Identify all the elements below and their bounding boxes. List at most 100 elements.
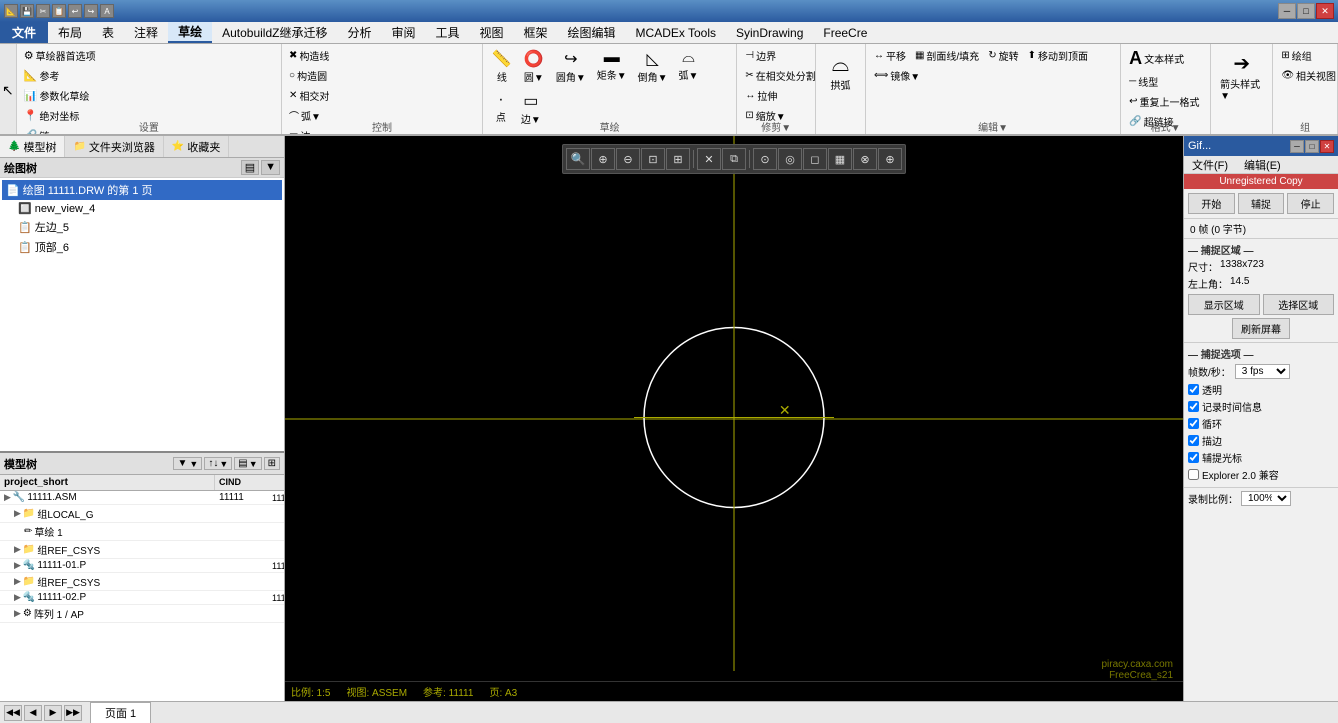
- minimize-button[interactable]: ─: [1278, 3, 1296, 19]
- menu-item-tools[interactable]: 工具: [425, 22, 469, 43]
- panel-max-btn[interactable]: □: [1305, 140, 1319, 153]
- menu-item-review[interactable]: 审阅: [381, 22, 425, 43]
- tree-row-ref2[interactable]: ▶📁组REF_CSYS: [0, 573, 284, 591]
- model-tree-filter-btn[interactable]: ▼▼: [173, 457, 202, 470]
- menu-item-mcadex[interactable]: MCADEx Tools: [626, 22, 726, 43]
- stretch-btn[interactable]: ↔拉伸: [741, 86, 811, 105]
- related-view-btn[interactable]: 👁相关视图: [1277, 66, 1333, 85]
- param-sketch-btn[interactable]: 📊参数化草绘: [21, 86, 277, 105]
- line-btn[interactable]: 📏 线: [487, 46, 517, 87]
- pan-btn[interactable]: ✕: [697, 148, 721, 170]
- transparent-checkbox[interactable]: [1188, 384, 1199, 395]
- snap-btn3[interactable]: ◻: [803, 148, 827, 170]
- cursor-checkbox[interactable]: [1188, 452, 1199, 463]
- menu-item-layout[interactable]: 布局: [48, 22, 92, 43]
- move-top-btn[interactable]: ⬆移动到顶面: [1024, 46, 1092, 65]
- start-btn[interactable]: 开始: [1188, 193, 1235, 214]
- line-type-btn[interactable]: ─线型: [1125, 72, 1206, 91]
- stop-btn[interactable]: 停止: [1287, 193, 1334, 214]
- arc2-btn[interactable]: ⌓ 弧▼: [674, 46, 704, 87]
- page-first-btn[interactable]: ◀◀: [4, 705, 22, 721]
- tree-row-ref1[interactable]: ▶📁组REF_CSYS: [0, 541, 284, 559]
- boundary-btn[interactable]: ⊣边界: [741, 46, 811, 65]
- intersect-btn[interactable]: ✕相交对: [286, 86, 478, 105]
- snap-btn4[interactable]: ▦: [828, 148, 852, 170]
- model-tree-sort-btn[interactable]: ↑↓▼: [204, 457, 232, 470]
- menu-item-drawing-edit[interactable]: 绘图编辑: [558, 22, 626, 43]
- model-tree-expand-btn[interactable]: ▤▼: [234, 457, 261, 470]
- menu-item-file[interactable]: 文件: [0, 22, 48, 43]
- arrow-style-btn[interactable]: ➔ 箭头样式▼: [1215, 46, 1268, 107]
- construct-circle-btn[interactable]: ○构造圆: [286, 66, 478, 85]
- repeat-format-btn[interactable]: ↩重复上一格式: [1125, 92, 1206, 111]
- panel-close-btn[interactable]: ✕: [1320, 140, 1334, 153]
- tree-item-left[interactable]: 📋 左边_5: [2, 217, 282, 237]
- tab-favorites[interactable]: ⭐ 收藏夹: [164, 136, 229, 157]
- window-btn[interactable]: ⧉: [722, 148, 746, 170]
- select-region-btn[interactable]: 选择区域: [1263, 294, 1335, 315]
- menu-item-syindrawing[interactable]: SyinDrawing: [726, 22, 813, 43]
- tree-item-new-view[interactable]: 🔲 new_view_4: [2, 200, 282, 217]
- snap-btn6[interactable]: ⊕: [878, 148, 902, 170]
- tree-row-part1[interactable]: ▶🔩11111-01.P 111: [0, 559, 284, 573]
- record-select[interactable]: 50% 75% 100% 150% 200%: [1241, 491, 1291, 506]
- model-tree-grid-btn[interactable]: ⊞: [264, 457, 280, 470]
- menu-item-sketch[interactable]: 草绘: [168, 22, 212, 43]
- mirror-btn[interactable]: ⟺镜像▼: [870, 66, 924, 85]
- chamfer-btn[interactable]: ◺ 倒角▼: [633, 46, 673, 87]
- tree-row-asm[interactable]: ▶🔧11111.ASM 11111 111: [0, 491, 284, 505]
- explorer-checkbox[interactable]: [1188, 469, 1199, 480]
- panel-menu-edit[interactable]: 编辑(E): [1236, 156, 1289, 173]
- snap-btn2[interactable]: ◎: [778, 148, 802, 170]
- tree-options-btn[interactable]: ▤: [241, 160, 259, 175]
- page-prev-btn[interactable]: ◀: [24, 705, 42, 721]
- zoom-rect-btn[interactable]: ⊡: [641, 148, 665, 170]
- menu-item-annotation[interactable]: 注释: [124, 22, 168, 43]
- reference-btn[interactable]: 📐参考: [21, 66, 277, 85]
- zoom-in-btn[interactable]: 🔍: [566, 148, 590, 170]
- tree-row-part2[interactable]: ▶🔩11111-02.P 111: [0, 591, 284, 605]
- sketch-prefs-btn[interactable]: ⚙草绘器首选项: [21, 46, 277, 65]
- fps-select[interactable]: 1 fps 2 fps 3 fps 5 fps 10 fps: [1235, 364, 1290, 379]
- draw-group-btn[interactable]: ⊞绘组: [1277, 46, 1333, 65]
- fillet-btn[interactable]: ↪ 圆角▼: [551, 46, 591, 87]
- menu-item-analysis[interactable]: 分析: [337, 22, 381, 43]
- construct-line-btn[interactable]: ✖构造线: [286, 46, 478, 65]
- rotate-btn[interactable]: ↻旋转: [984, 46, 1022, 65]
- zoom-in2-btn[interactable]: ⊕: [591, 148, 615, 170]
- timestamp-checkbox[interactable]: [1188, 401, 1199, 412]
- tab-model-tree[interactable]: 🌲 模型树: [0, 136, 65, 157]
- menu-item-view[interactable]: 视图: [470, 22, 514, 43]
- menu-item-autobuildz[interactable]: AutobuildZ继承迁移: [212, 22, 337, 43]
- hatch-btn[interactable]: ▦剖面线/填充: [911, 46, 983, 65]
- circle-btn[interactable]: ⭕ 圆▼: [518, 46, 550, 87]
- tree-item-top[interactable]: 📋 顶部_6: [2, 237, 282, 257]
- menu-item-frame[interactable]: 框架: [514, 22, 558, 43]
- tab-file-browser[interactable]: 📁 文件夹浏览器: [65, 136, 163, 157]
- dithering-checkbox[interactable]: [1188, 435, 1199, 446]
- zoom-fit-btn[interactable]: ⊞: [666, 148, 690, 170]
- zoom-out-btn[interactable]: ⊖: [616, 148, 640, 170]
- tree-item-drawing[interactable]: 📄 绘图 11111.DRW 的第 1 页: [2, 180, 282, 200]
- rect-btn[interactable]: ▬ 矩条▼: [592, 46, 632, 87]
- bow-btn[interactable]: ⌓ 拱弧: [820, 46, 861, 97]
- select-tool[interactable]: ↖: [2, 82, 14, 99]
- text-style-btn[interactable]: A文本样式: [1125, 46, 1206, 71]
- tree-row-sketch1[interactable]: ✏草绘 1: [0, 523, 284, 541]
- show-region-btn[interactable]: 显示区域: [1188, 294, 1260, 315]
- tree-view-btn[interactable]: ▼: [261, 160, 280, 175]
- panel-min-btn[interactable]: ─: [1290, 140, 1304, 153]
- page-next-btn[interactable]: ▶: [44, 705, 62, 721]
- maximize-button[interactable]: □: [1297, 3, 1315, 19]
- tree-row-local[interactable]: ▶📁组LOCAL_G: [0, 505, 284, 523]
- close-button[interactable]: ✕: [1316, 3, 1334, 19]
- loop-checkbox[interactable]: [1188, 418, 1199, 429]
- panel-menu-file[interactable]: 文件(F): [1184, 156, 1236, 173]
- snap-btn1[interactable]: ⊙: [753, 148, 777, 170]
- refresh-screen-btn[interactable]: 刷新屏幕: [1232, 318, 1290, 339]
- tree-row-array[interactable]: ▶⚙阵列 1 / AP: [0, 605, 284, 623]
- split-intersect-btn[interactable]: ✂在相交处分割: [741, 66, 811, 85]
- page-tab-1[interactable]: 页面 1: [90, 702, 151, 723]
- menu-item-freecre[interactable]: FreeCre: [813, 22, 877, 43]
- translate-btn[interactable]: ↔平移: [870, 46, 910, 65]
